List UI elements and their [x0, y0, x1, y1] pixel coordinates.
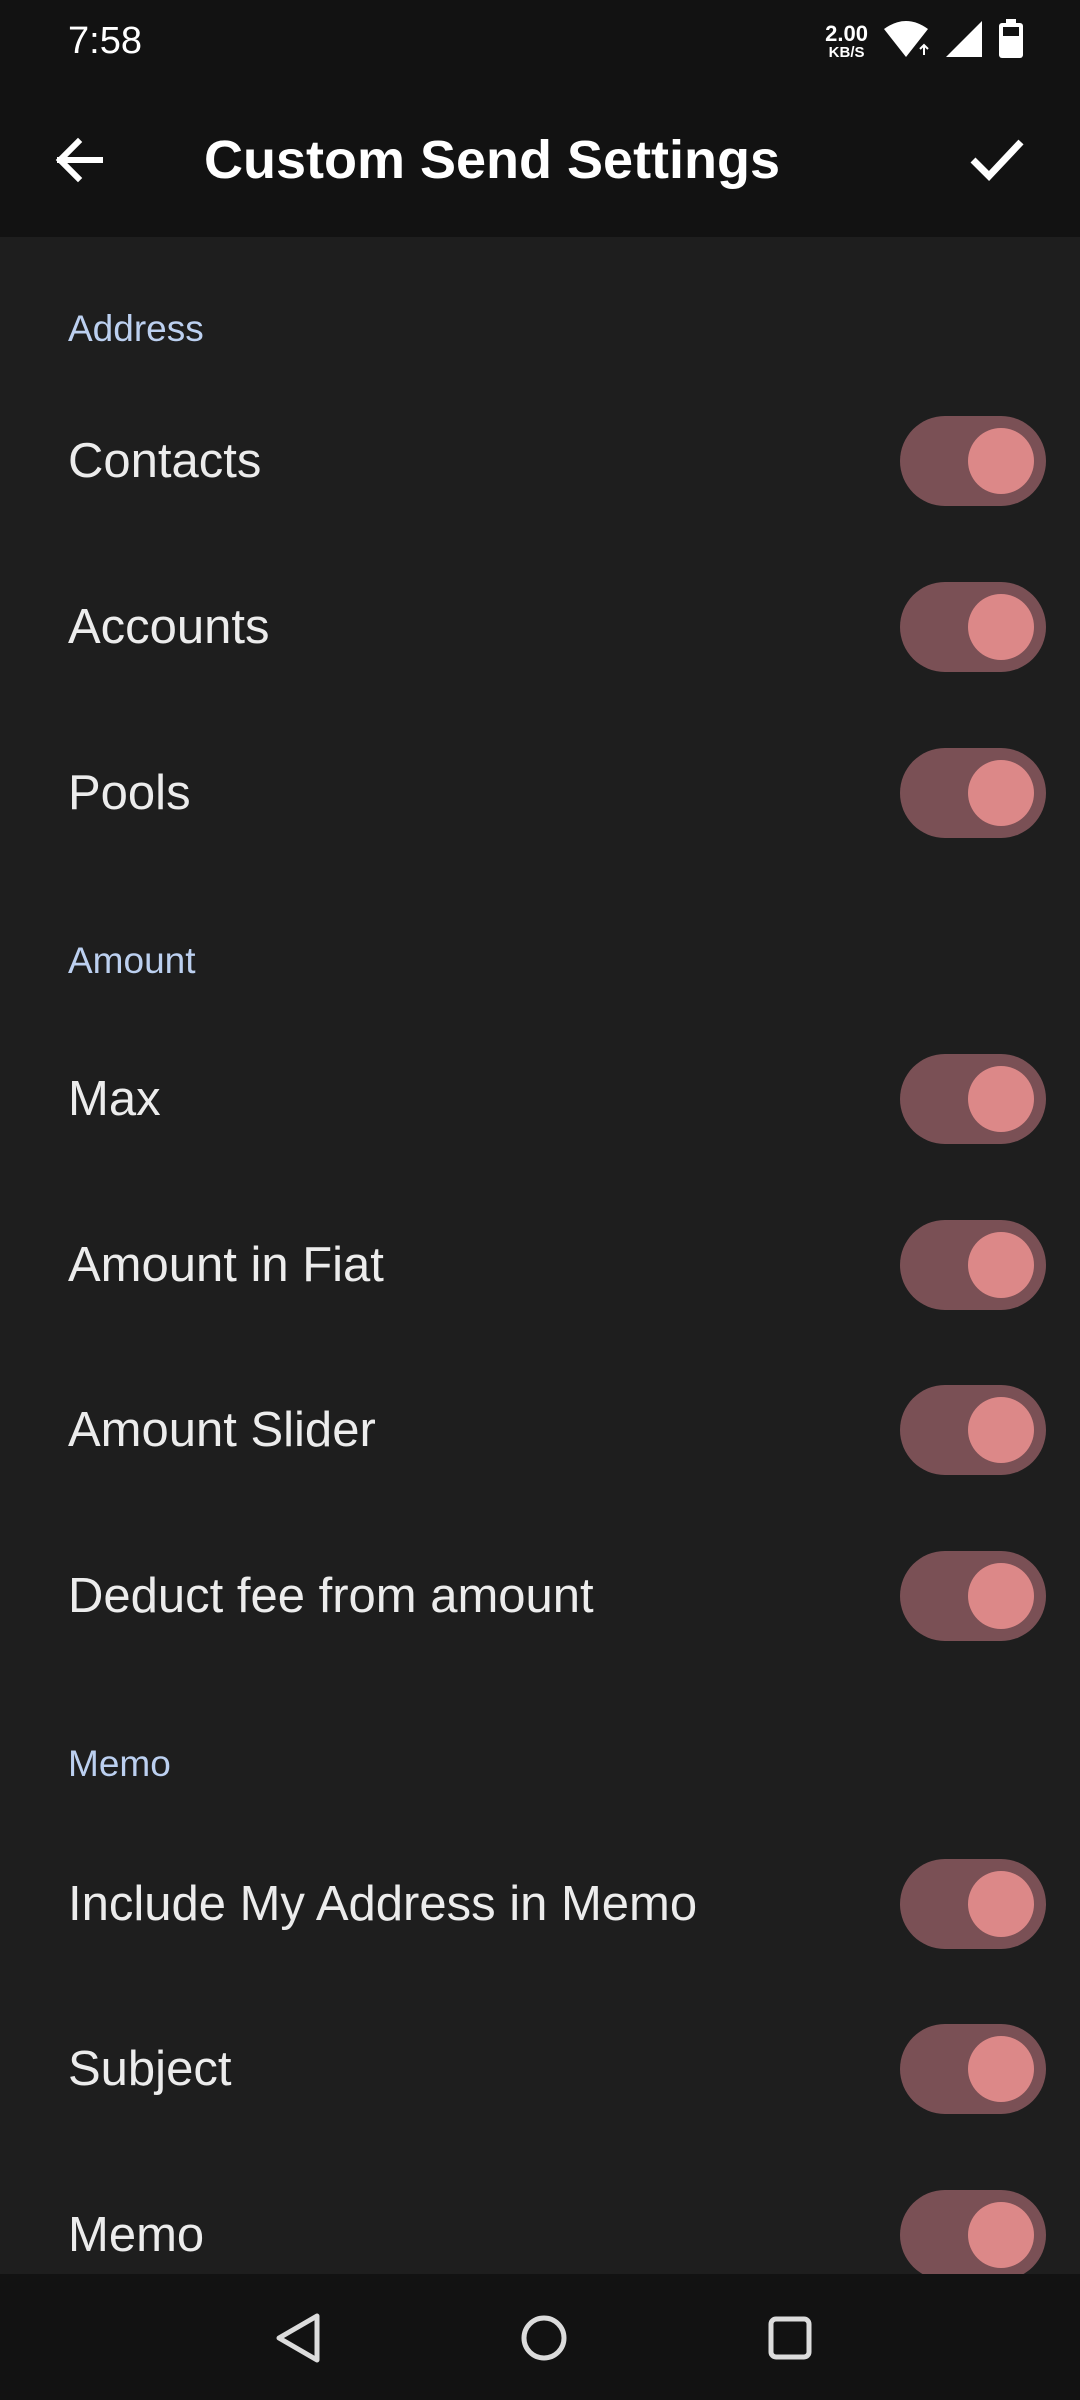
toggle-include-address[interactable] [900, 1859, 1046, 1949]
setting-row-max[interactable]: Max [0, 1016, 1080, 1182]
setting-row-subject[interactable]: Subject [0, 1986, 1080, 2152]
back-triangle-icon [276, 2313, 320, 2363]
setting-row-accounts[interactable]: Accounts [0, 544, 1080, 710]
toggle-memo[interactable] [900, 2190, 1046, 2274]
setting-label: Accounts [68, 600, 270, 654]
section-header-amount: Amount [68, 940, 196, 981]
setting-label: Include My Address in Memo [68, 1877, 698, 1931]
status-icons: 2.00 KB/S [825, 18, 1024, 64]
toggle-subject[interactable] [900, 2024, 1046, 2114]
setting-row-include-address[interactable]: Include My Address in Memo [0, 1821, 1080, 1987]
toggle-thumb [968, 760, 1034, 826]
toggle-thumb [968, 1397, 1034, 1463]
screen: 7:58 2.00 KB/S Custom Send Settings Addr… [0, 0, 1080, 2400]
toggle-thumb [968, 1563, 1034, 1629]
setting-row-pools[interactable]: Pools [0, 710, 1080, 876]
navigation-bar [0, 2274, 1080, 2400]
page-title: Custom Send Settings [204, 130, 781, 190]
battery-icon [998, 18, 1024, 64]
setting-row-amount-slider[interactable]: Amount Slider [0, 1347, 1080, 1513]
status-time: 7:58 [68, 20, 142, 62]
setting-label: Max [68, 1072, 161, 1126]
recents-square-icon [768, 2316, 812, 2360]
wifi-icon [882, 19, 930, 64]
app-bar: Custom Send Settings [0, 82, 1080, 237]
toggle-thumb [968, 428, 1034, 494]
setting-label: Pools [68, 766, 191, 820]
setting-row-deduct-fee[interactable]: Deduct fee from amount [0, 1513, 1080, 1679]
toggle-deduct-fee[interactable] [900, 1551, 1046, 1641]
nav-home-button[interactable] [508, 2302, 580, 2374]
toggle-max[interactable] [900, 1054, 1046, 1144]
setting-row-amount-in-fiat[interactable]: Amount in Fiat [0, 1182, 1080, 1348]
confirm-button[interactable] [952, 120, 1042, 200]
setting-label: Deduct fee from amount [68, 1569, 594, 1623]
toggle-pools[interactable] [900, 748, 1046, 838]
nav-recents-button[interactable] [754, 2302, 826, 2374]
network-speed-value: 2.00 [825, 20, 868, 46]
toggle-thumb [968, 2202, 1034, 2268]
toggle-thumb [968, 2036, 1034, 2102]
setting-label: Amount in Fiat [68, 1238, 384, 1292]
setting-row-memo[interactable]: Memo [0, 2152, 1080, 2274]
network-speed: 2.00 KB/S [825, 20, 868, 61]
toggle-amount-slider[interactable] [900, 1385, 1046, 1475]
setting-row-contacts[interactable]: Contacts [0, 378, 1080, 544]
back-button[interactable] [38, 120, 118, 200]
toggle-thumb [968, 594, 1034, 660]
nav-back-button[interactable] [262, 2302, 334, 2374]
setting-label: Contacts [68, 434, 262, 488]
settings-list: Address Contacts Accounts Pools Amount M… [0, 237, 1080, 2274]
section-header-memo: Memo [68, 1743, 171, 1784]
toggle-accounts[interactable] [900, 582, 1046, 672]
setting-label: Amount Slider [68, 1403, 376, 1457]
network-speed-unit: KB/S [828, 43, 865, 61]
home-circle-icon [521, 2315, 567, 2361]
toggle-thumb [968, 1066, 1034, 1132]
setting-label: Memo [68, 2208, 205, 2262]
check-icon [970, 139, 1024, 182]
toggle-thumb [968, 1871, 1034, 1937]
toggle-amount-in-fiat[interactable] [900, 1220, 1046, 1310]
section-header-address: Address [68, 308, 204, 349]
setting-label: Subject [68, 2042, 232, 2096]
signal-icon [944, 19, 984, 64]
arrow-back-icon [55, 137, 103, 183]
toggle-thumb [968, 1232, 1034, 1298]
status-bar: 7:58 2.00 KB/S [0, 0, 1080, 82]
toggle-contacts[interactable] [900, 416, 1046, 506]
